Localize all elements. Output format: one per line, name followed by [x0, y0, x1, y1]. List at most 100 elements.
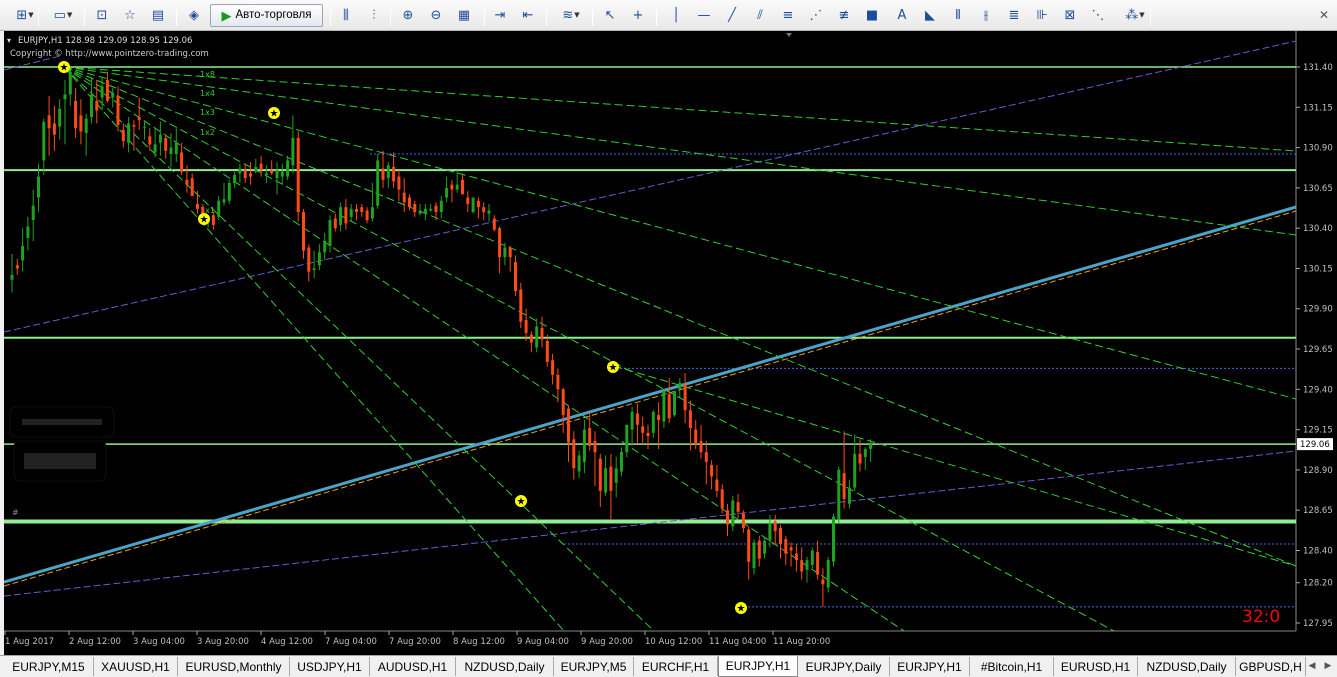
candle-body: [529, 334, 533, 343]
current-price-label: 129.06: [1300, 440, 1330, 450]
tab-eurusd-h1[interactable]: EURUSD,H1: [1054, 657, 1138, 676]
candle-body: [286, 160, 290, 177]
candle-body: [360, 207, 364, 213]
candle-body: [519, 289, 523, 322]
bar-countdown: 32:0: [1242, 607, 1280, 627]
gann-fan-line[interactable]: [63, 66, 1297, 400]
rectangle-icon: ■: [865, 8, 879, 23]
tab-scroll-left-icon[interactable]: ◀: [1305, 658, 1319, 674]
cursor-button[interactable]: ↖: [598, 4, 622, 27]
cycle-lines-button[interactable]: ⫲: [974, 4, 998, 27]
candlesticks-button[interactable]: ⫶: [362, 4, 386, 27]
tab-eurjpy-h1[interactable]: EURJPY,H1: [718, 656, 798, 677]
fibonacci-button[interactable]: ≡: [776, 4, 800, 27]
candle-body: [381, 168, 385, 180]
horizontal-line-button[interactable]: —: [692, 4, 716, 27]
market-watch-button[interactable]: ⊡: [90, 4, 114, 27]
tab-navigation: ◀ ▶: [1305, 658, 1335, 674]
tab--bitcoin-h1[interactable]: #Bitcoin,H1: [970, 657, 1054, 676]
star-icon: ★: [200, 215, 209, 226]
channel-line-lower[interactable]: [3, 450, 1297, 597]
price-tick-label: 130.65: [1303, 184, 1333, 194]
close-chart-button[interactable]: ✕: [1315, 6, 1333, 24]
toolbar-separator: [592, 5, 593, 26]
gann-fan-button[interactable]: ⋰: [804, 4, 828, 27]
gann-grid-button[interactable]: ⊠: [1058, 4, 1082, 27]
profiles-button[interactable]: ▭ ▼: [46, 4, 80, 27]
candle-body: [217, 200, 221, 217]
gann-fan-line[interactable]: [63, 66, 1297, 236]
candle-body: [116, 96, 120, 126]
data-window-icon: ☆: [124, 8, 136, 23]
main-trendline[interactable]: [3, 205, 1297, 584]
candle-body: [302, 212, 305, 251]
zoom-in-icon: ⊕: [402, 8, 414, 23]
candle-body: [630, 411, 634, 430]
star-icon: ★: [517, 497, 526, 508]
trendline-button[interactable]: ╱: [720, 4, 744, 27]
candle-body: [418, 210, 422, 214]
indicators-button[interactable]: ≋ ▼: [554, 4, 588, 27]
tab-eurjpy-h1[interactable]: EURJPY,H1: [890, 657, 970, 676]
zoom-in-button[interactable]: ⊕: [396, 4, 420, 27]
tab-eurjpy-m15[interactable]: EURJPY,M15: [4, 657, 94, 676]
crosshair-button[interactable]: +: [626, 4, 650, 27]
tab-xauusd-h1[interactable]: XAUUSD,H1: [94, 657, 178, 676]
bar-chart-button[interactable]: ⫼: [334, 4, 358, 27]
zoom-out-button[interactable]: ⊖: [424, 4, 448, 27]
more-objects-button[interactable]: ⁂ ▼: [1118, 4, 1152, 27]
auto-trading-button[interactable]: ▶ Авто-торговля: [210, 4, 323, 27]
terminal-button[interactable]: ◈: [182, 4, 206, 27]
fibo-fan-button[interactable]: ⋱: [1086, 4, 1110, 27]
tab-usdjpy-h1[interactable]: USDJPY,H1: [290, 657, 370, 676]
gann-fan-line[interactable]: [63, 66, 1115, 632]
tab-nzdusd-daily[interactable]: NZDUSD,Daily: [456, 657, 554, 676]
navigator-button[interactable]: ▤: [146, 4, 170, 27]
tab-audusd-h1[interactable]: AUDUSD,H1: [370, 657, 456, 676]
candle-body: [635, 413, 639, 425]
indicators-icon: ≋: [562, 8, 574, 23]
gann-fan-line-sub[interactable]: [613, 365, 1297, 567]
tab-eurjpy-daily[interactable]: EURJPY,Daily: [798, 657, 890, 676]
equidistant-channel-button[interactable]: ⫽: [748, 4, 772, 27]
rectangle-button[interactable]: ■: [860, 4, 884, 27]
profiles-icon: ▭: [53, 8, 66, 23]
chart-shift-button[interactable]: ⇥: [488, 4, 512, 27]
candle-body: [863, 448, 867, 458]
period-separators-button[interactable]: ⦀: [946, 4, 970, 27]
tab-eurchf-h1[interactable]: EURCHF,H1: [634, 657, 718, 676]
price-tick-label: 131.40: [1303, 63, 1333, 73]
arrow-label-button[interactable]: ◣: [918, 4, 942, 27]
fibo-time-button[interactable]: ⊪: [1030, 4, 1054, 27]
data-window-button[interactable]: ☆: [118, 4, 142, 27]
candle-body: [333, 218, 337, 229]
gann-fan-line[interactable]: [63, 66, 655, 632]
tab-nzdusd-daily[interactable]: NZDUSD,Daily: [1138, 657, 1236, 676]
gann-fan-line[interactable]: [63, 66, 1297, 152]
candle-body: [47, 115, 51, 129]
text-label-button[interactable]: A: [890, 4, 914, 27]
cursor-icon: ↖: [604, 8, 616, 23]
tile-windows-button[interactable]: ▦: [452, 4, 476, 27]
fibo-arcs-button[interactable]: ≣: [1002, 4, 1026, 27]
candle-body: [249, 173, 252, 177]
price-chart[interactable]: 1x8 1x4 1x3 1x2 1x1 ★ ★ ★ ★ ★ ★ # ▾ EURJPY,H1 128.98 …: [3, 31, 1337, 655]
candle-body: [42, 121, 46, 161]
tab-eurjpy-m5[interactable]: EURJPY,M5: [554, 657, 634, 676]
time-tick-label: 2 Aug 12:00: [69, 637, 121, 647]
candle-body: [726, 510, 729, 525]
new-chart-button[interactable]: ⊞ ▼: [8, 4, 42, 27]
vertical-line-button[interactable]: │: [664, 4, 688, 27]
auto-scroll-button[interactable]: ⇤: [516, 4, 540, 27]
tab-eurusd-monthly[interactable]: EURUSD,Monthly: [178, 657, 290, 676]
candle-body: [773, 521, 777, 532]
candle-body: [37, 176, 40, 198]
candle-body: [757, 540, 761, 559]
gann-fan-line[interactable]: [63, 66, 905, 632]
pitchfork-button[interactable]: ≢: [832, 4, 856, 27]
tab-scroll-right-icon[interactable]: ▶: [1321, 658, 1335, 674]
chart-canvas[interactable]: 1x81x41x31x21x1★★★★★★#▾ EURJPY,H1 128.98 …: [3, 31, 1337, 655]
tab-gbpusd-h[interactable]: GBPUSD,H: [1236, 657, 1306, 676]
gann-fan-line[interactable]: [63, 66, 1297, 567]
channel-line-upper[interactable]: [3, 40, 1297, 333]
